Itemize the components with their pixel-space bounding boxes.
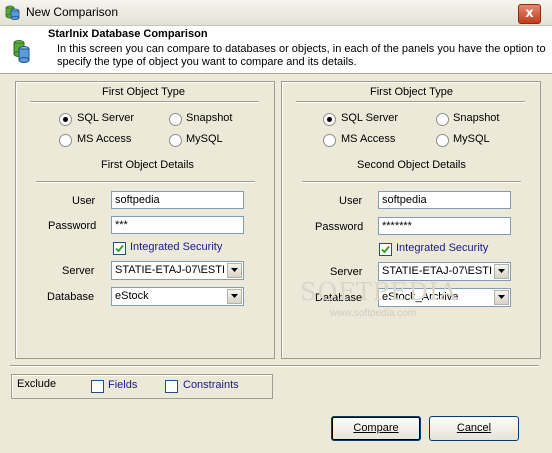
user-input[interactable]: softpedia bbox=[111, 191, 244, 209]
server-value: STATIE-ETAJ-07\ESTI bbox=[382, 265, 492, 277]
close-button[interactable]: x bbox=[518, 4, 541, 24]
integrated-security-checkbox[interactable] bbox=[113, 242, 126, 255]
radio-label-snapshot: Snapshot bbox=[186, 112, 233, 124]
integrated-security-label[interactable]: Integrated Security bbox=[130, 241, 222, 253]
radio-label-sql-server: SQL Server bbox=[341, 112, 399, 124]
close-icon: x bbox=[525, 6, 534, 21]
chevron-down-icon bbox=[498, 269, 505, 273]
object-details-heading: Second Object Details bbox=[357, 159, 466, 171]
password-input[interactable]: ******* bbox=[378, 217, 511, 235]
first-object-panel: First Object Type SQL Server Snapshot MS… bbox=[15, 81, 275, 359]
database-label: Database bbox=[47, 291, 95, 303]
checkmark-icon bbox=[115, 244, 124, 253]
radio-label-ms-access: MS Access bbox=[77, 133, 132, 145]
constraints-label[interactable]: Constraints bbox=[183, 379, 239, 391]
radio-ms-access[interactable] bbox=[59, 134, 72, 147]
dropdown-arrow[interactable] bbox=[494, 264, 509, 279]
database-app-icon bbox=[5, 5, 20, 20]
chevron-down-icon bbox=[231, 268, 238, 272]
database-dropdown[interactable]: eStock bbox=[111, 287, 244, 306]
fields-label[interactable]: Fields bbox=[108, 379, 137, 391]
header-banner: Starlnix Database Comparison In this scr… bbox=[0, 26, 552, 74]
radio-snapshot[interactable] bbox=[169, 113, 182, 126]
password-label: Password bbox=[315, 221, 364, 233]
integrated-security-label[interactable]: Integrated Security bbox=[396, 242, 488, 254]
user-label: User bbox=[339, 195, 363, 207]
softpedia-watermark-url: www.softpedia.com bbox=[330, 308, 417, 319]
divider bbox=[36, 181, 255, 183]
user-input[interactable]: softpedia bbox=[378, 191, 511, 209]
password-label: Password bbox=[48, 220, 97, 232]
divider bbox=[30, 101, 259, 103]
window-title: New Comparison bbox=[26, 5, 119, 19]
header-title: Starlnix Database Comparison bbox=[48, 28, 208, 40]
chevron-down-icon bbox=[498, 295, 505, 299]
password-input[interactable]: *** bbox=[111, 216, 244, 234]
object-details-heading: First Object Details bbox=[101, 159, 194, 171]
divider bbox=[10, 365, 539, 367]
exclude-group: Exclude Fields Constraints bbox=[11, 374, 273, 399]
dropdown-arrow[interactable] bbox=[227, 263, 242, 278]
database-value: eStock bbox=[115, 290, 149, 302]
compare-button[interactable]: Compare bbox=[331, 416, 421, 441]
checkmark-icon bbox=[381, 245, 390, 254]
server-label: Server bbox=[330, 266, 363, 278]
dropdown-arrow[interactable] bbox=[227, 289, 242, 304]
radio-ms-access[interactable] bbox=[323, 134, 336, 147]
divider bbox=[296, 101, 525, 103]
exclude-label: Exclude bbox=[17, 378, 57, 390]
integrated-security-checkbox[interactable] bbox=[379, 243, 392, 256]
radio-label-snapshot: Snapshot bbox=[453, 112, 500, 124]
server-label: Server bbox=[62, 265, 95, 277]
fields-checkbox[interactable] bbox=[91, 380, 104, 393]
softpedia-watermark: SOFTPEDIA bbox=[300, 278, 458, 306]
header-description: In this screen you can compare to databa… bbox=[57, 43, 546, 68]
radio-label-ms-access: MS Access bbox=[341, 133, 396, 145]
chevron-down-icon bbox=[231, 294, 238, 298]
divider bbox=[302, 181, 521, 183]
cancel-button-label: Cancel bbox=[456, 422, 492, 434]
server-dropdown[interactable]: STATIE-ETAJ-07\ESTI bbox=[111, 261, 244, 280]
radio-label-sql-server: SQL Server bbox=[77, 112, 135, 124]
radio-label-mysql: MySQL bbox=[453, 133, 490, 145]
dropdown-arrow[interactable] bbox=[494, 290, 509, 305]
radio-sql-server[interactable] bbox=[59, 113, 72, 126]
database-icon bbox=[13, 40, 30, 63]
cancel-button[interactable]: Cancel bbox=[429, 416, 519, 441]
title-bar[interactable]: New Comparison x bbox=[0, 0, 552, 26]
new-comparison-window: New Comparison x Starlnix Database Compa… bbox=[0, 0, 552, 453]
server-value: STATIE-ETAJ-07\ESTI bbox=[115, 264, 225, 276]
radio-snapshot[interactable] bbox=[436, 113, 449, 126]
radio-label-mysql: MySQL bbox=[186, 133, 223, 145]
radio-mysql[interactable] bbox=[436, 134, 449, 147]
object-type-heading: First Object Type bbox=[102, 86, 185, 98]
compare-button-label: Compare bbox=[353, 422, 399, 434]
constraints-checkbox[interactable] bbox=[165, 380, 178, 393]
radio-sql-server[interactable] bbox=[323, 113, 336, 126]
object-type-heading: First Object Type bbox=[370, 86, 453, 98]
radio-mysql[interactable] bbox=[169, 134, 182, 147]
user-label: User bbox=[72, 195, 96, 207]
